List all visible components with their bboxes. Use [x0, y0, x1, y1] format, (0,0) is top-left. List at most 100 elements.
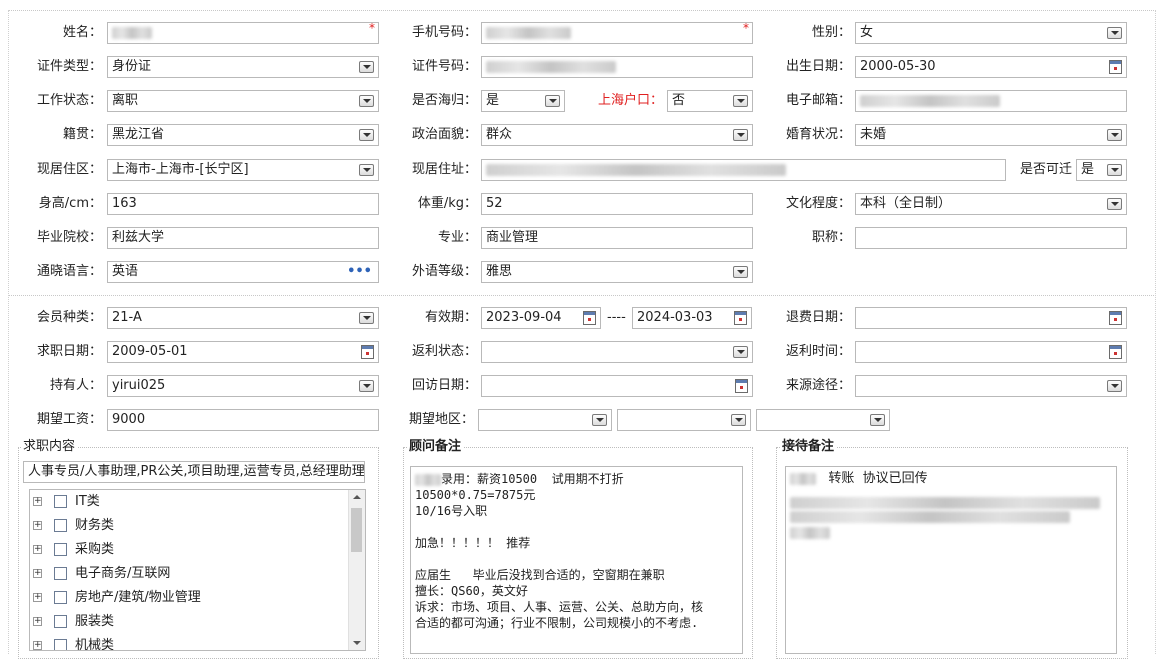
language-label: 通晓语言： — [36, 264, 102, 279]
expected-region-district-select[interactable] — [756, 409, 890, 431]
dropdown-arrow-icon[interactable] — [870, 414, 885, 426]
dropdown-arrow-icon[interactable] — [359, 380, 374, 392]
calendar-icon[interactable] — [1109, 345, 1122, 359]
checkbox[interactable] — [54, 543, 67, 556]
height-field[interactable]: 163 — [107, 193, 379, 215]
calendar-icon[interactable] — [735, 379, 748, 393]
checkbox[interactable] — [54, 639, 67, 650]
expand-icon[interactable]: + — [33, 593, 42, 602]
expand-icon[interactable]: + — [33, 569, 42, 578]
checkbox[interactable] — [54, 615, 67, 628]
dropdown-arrow-icon[interactable] — [733, 346, 748, 358]
name-field[interactable]: * — [107, 22, 379, 44]
expand-icon[interactable]: + — [33, 521, 42, 530]
dropdown-arrow-icon[interactable] — [359, 129, 374, 141]
school-field[interactable]: 利兹大学 — [107, 227, 379, 249]
email-field[interactable] — [855, 90, 1127, 112]
relocatable-select[interactable]: 是 — [1076, 159, 1127, 181]
scroll-down-icon[interactable] — [353, 641, 361, 645]
expected-region-city-select[interactable] — [617, 409, 751, 431]
dropdown-arrow-icon[interactable] — [1107, 380, 1122, 392]
more-options-icon[interactable]: ••• — [347, 265, 372, 279]
advisor-note-line: 10/16号入职 — [415, 504, 488, 518]
education-label: 文化程度： — [785, 196, 851, 211]
expand-icon[interactable]: + — [33, 617, 42, 626]
calendar-icon[interactable] — [734, 311, 747, 325]
dropdown-arrow-icon[interactable] — [592, 414, 607, 426]
gender-select[interactable]: 女 — [855, 22, 1127, 44]
reception-notes-textarea[interactable]: 转账 协议已回传 — [785, 466, 1117, 654]
dropdown-arrow-icon[interactable] — [1107, 198, 1122, 210]
residence-area-select[interactable]: 上海市-上海市-[长宁区] — [107, 159, 379, 181]
gender-label: 性别： — [811, 25, 851, 40]
checkbox[interactable] — [54, 567, 67, 580]
dropdown-arrow-icon[interactable] — [359, 164, 374, 176]
language-field[interactable]: 英语 ••• — [107, 261, 379, 283]
dropdown-arrow-icon[interactable] — [359, 312, 374, 324]
dropdown-arrow-icon[interactable] — [733, 129, 748, 141]
advisor-note-line — [415, 519, 738, 535]
job-content-summary[interactable]: 人事专员/人事助理,PR公关,项目助理,运营专员,总经理助理 — [23, 461, 365, 483]
native-place-select[interactable]: 黑龙江省 — [107, 124, 379, 146]
calendar-icon[interactable] — [1109, 60, 1122, 74]
source-select[interactable] — [855, 375, 1127, 397]
birth-date-label: 出生日期： — [785, 59, 851, 74]
dropdown-arrow-icon[interactable] — [359, 95, 374, 107]
expand-icon[interactable]: + — [33, 497, 42, 506]
scroll-up-icon[interactable] — [353, 495, 361, 499]
dropdown-arrow-icon[interactable] — [1107, 164, 1122, 176]
dropdown-arrow-icon[interactable] — [359, 61, 374, 73]
education-select[interactable]: 本科（全日制） — [855, 193, 1127, 215]
tree-scrollbar[interactable] — [348, 490, 365, 650]
scroll-thumb[interactable] — [351, 508, 362, 552]
checkbox[interactable] — [54, 591, 67, 604]
expand-icon[interactable]: + — [33, 641, 42, 650]
birth-date-field[interactable]: 2000-05-30 — [855, 56, 1127, 78]
left-border — [8, 10, 9, 654]
checkbox[interactable] — [54, 495, 67, 508]
section-divider — [8, 295, 1156, 296]
masked-value — [486, 163, 786, 176]
revisit-date-field[interactable] — [481, 375, 753, 397]
dropdown-arrow-icon[interactable] — [1107, 27, 1122, 39]
dropdown-arrow-icon[interactable] — [733, 95, 748, 107]
calendar-icon[interactable] — [583, 311, 596, 325]
validity-from-field[interactable]: 2023-09-04 — [481, 307, 601, 329]
refund-date-label: 退费日期： — [785, 310, 851, 325]
major-field[interactable]: 商业管理 — [481, 227, 753, 249]
advisor-notes-textarea[interactable]: 录用：薪资10500 试用期不打折 10500*0.75=7875元 10/16号入… — [410, 466, 743, 654]
dropdown-arrow-icon[interactable] — [1107, 129, 1122, 141]
marital-status-select[interactable]: 未婚 — [855, 124, 1127, 146]
rebate-status-select[interactable] — [481, 341, 753, 363]
validity-to-field[interactable]: 2024-03-03 — [632, 307, 752, 329]
job-seek-date-field[interactable]: 2009-05-01 — [107, 341, 379, 363]
expand-icon[interactable]: + — [33, 545, 42, 554]
dropdown-arrow-icon[interactable] — [545, 95, 560, 107]
section-top-border — [8, 10, 1156, 11]
major-label: 专业： — [437, 230, 477, 245]
residence-address-field[interactable] — [481, 159, 1006, 181]
expected-region-province-select[interactable] — [478, 409, 612, 431]
refund-date-field[interactable] — [855, 307, 1127, 329]
shanghai-hukou-select[interactable]: 否 — [667, 90, 753, 112]
expected-salary-field[interactable]: 9000 — [107, 409, 379, 431]
political-status-select[interactable]: 群众 — [481, 124, 753, 146]
job-category-tree[interactable]: + IT类 + 财务类 + 采购类 + 电子商务/互联网 + 房地产/建筑/物业管理 + 服… — [29, 489, 366, 651]
weight-field[interactable]: 52 — [481, 193, 753, 215]
rebate-time-field[interactable] — [855, 341, 1127, 363]
checkbox[interactable] — [54, 519, 67, 532]
title-field[interactable] — [855, 227, 1127, 249]
calendar-icon[interactable] — [1109, 311, 1122, 325]
language-level-select[interactable]: 雅思 — [481, 261, 753, 283]
dropdown-arrow-icon[interactable] — [731, 414, 746, 426]
id-number-field[interactable] — [481, 56, 753, 78]
id-type-select[interactable]: 身份证 — [107, 56, 379, 78]
work-status-select[interactable]: 离职 — [107, 90, 379, 112]
holder-select[interactable]: yirui025 — [107, 375, 379, 397]
returnee-select[interactable]: 是 — [481, 90, 565, 112]
rebate-time-label: 返利时间： — [785, 344, 851, 359]
phone-field[interactable]: * — [481, 22, 753, 44]
member-type-select[interactable]: 21-A — [107, 307, 379, 329]
calendar-icon[interactable] — [361, 345, 374, 359]
dropdown-arrow-icon[interactable] — [733, 266, 748, 278]
